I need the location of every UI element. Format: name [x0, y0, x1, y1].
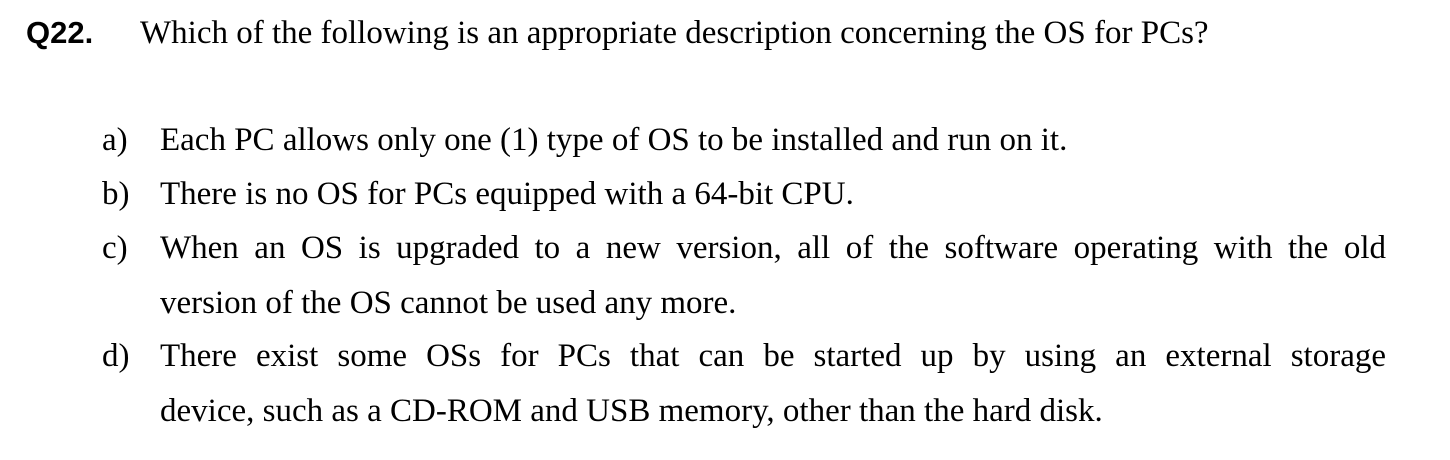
option-c-label: c) [102, 230, 128, 266]
option-d-label: d) [102, 338, 130, 374]
question-page: Q22. Which of the following is an approp… [0, 0, 1450, 460]
option-b-label: b) [102, 176, 130, 212]
option-b-text: There is no OS for PCs equipped with a 6… [160, 176, 854, 212]
option-a-label: a) [102, 122, 128, 158]
option-c-text-line-1: When an OS is upgraded to a new version,… [160, 230, 1386, 266]
option-c-text-line-2: version of the OS cannot be used any mor… [160, 285, 737, 321]
option-d-text-line-1: There exist some OSs for PCs that can be… [160, 338, 1386, 374]
answer-options: a) Each PC allows only one (1) type of O… [0, 0, 1450, 460]
option-a-text: Each PC allows only one (1) type of OS t… [160, 122, 1068, 158]
option-d-text-line-2: device, such as a CD-ROM and USB memory,… [160, 393, 1103, 429]
